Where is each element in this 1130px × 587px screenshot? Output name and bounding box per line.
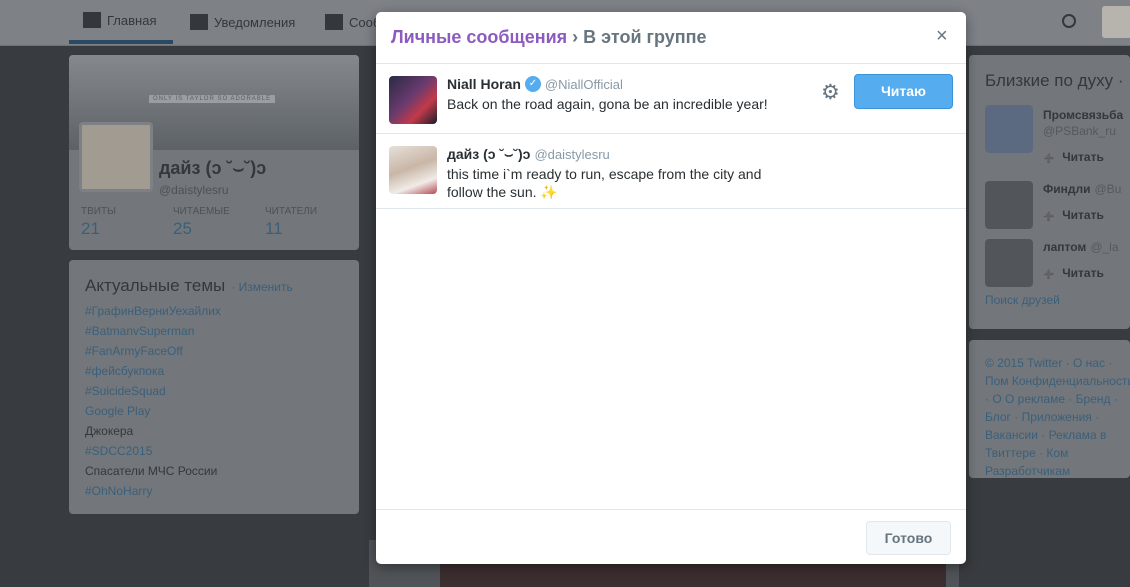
dialog-footer: Готово [376, 509, 966, 564]
following-button[interactable]: Читаю [854, 74, 953, 109]
trends-change-link[interactable]: · Изменить [231, 280, 292, 294]
rec-name-text: лаптом [1043, 240, 1087, 254]
trend-item[interactable]: #SuicideSquad [85, 384, 166, 398]
footer-links[interactable]: © 2015 Twitter · О нас · Пом Конфиденциа… [985, 354, 1130, 478]
rec-user-name[interactable]: Промсвязьба [1043, 108, 1123, 122]
stat-label: ТВИТЫ [81, 206, 116, 217]
banner-text: ONLY IS TAYLOR SO ADORABLE [149, 95, 276, 103]
gear-icon[interactable]: ⚙ [821, 80, 840, 105]
rec-name-text: Промсвязьба [1043, 108, 1124, 122]
group-member-row: Niall Horan ✓ @NiallOfficial Back on the… [376, 64, 966, 134]
member-handle: @NiallOfficial [544, 76, 623, 92]
profile-name[interactable]: дайз (ɔ ˘⌣˘)ɔ [159, 158, 266, 179]
trend-item[interactable]: Google Play [85, 404, 150, 418]
profile-avatar[interactable] [79, 122, 153, 192]
close-icon[interactable]: × [936, 25, 948, 48]
envelope-icon [325, 14, 343, 30]
rec-user-name[interactable]: Финдли @Bu [1043, 182, 1121, 196]
member-name[interactable]: Niall Horan ✓ @NiallOfficial [447, 76, 623, 92]
rec-avatar[interactable] [985, 105, 1033, 153]
nav-messages[interactable]: Сооб [325, 0, 380, 44]
rec-user-handle: @Bu [1094, 182, 1122, 196]
trend-item[interactable]: Джокера [85, 424, 133, 438]
member-handle: @daistylesru [534, 147, 610, 162]
trend-item[interactable]: #SDCC2015 [85, 444, 152, 458]
rec-user-name[interactable]: лаптом @_la [1043, 240, 1119, 254]
rec-user-handle: @PSBank_ru [1043, 124, 1116, 138]
rec-avatar[interactable] [985, 239, 1033, 287]
verified-badge-icon: ✓ [524, 76, 541, 92]
home-icon [83, 12, 101, 28]
stat-followers[interactable]: ЧИТАТЕЛИ 11 [265, 206, 317, 239]
rec-user-handle: @_la [1090, 240, 1119, 254]
trend-item[interactable]: #OhNoHarry [85, 484, 152, 498]
trend-item[interactable]: Спасатели МЧС России [85, 464, 217, 478]
done-button[interactable]: Готово [866, 521, 951, 555]
account-avatar[interactable] [1102, 6, 1130, 38]
stat-label: ЧИТАЕМЫЕ [173, 206, 230, 217]
trends-title-text: Актуальные темы [85, 276, 226, 295]
nav-home-label: Главная [107, 12, 157, 28]
rec-name-text: Финдли [1043, 182, 1091, 196]
rec-avatar[interactable] [985, 181, 1033, 229]
rec-follow-button[interactable]: Читать [1043, 150, 1104, 164]
member-avatar[interactable] [389, 76, 437, 124]
trend-item[interactable]: #ГрафинВерниУехайлих [85, 304, 221, 318]
who-to-follow-card: Близкие по духу · Промсвязьба @PSBank_ru… [969, 55, 1130, 329]
trend-item[interactable]: #FanArmyFaceOff [85, 344, 183, 358]
profile-handle[interactable]: @daistylesru [159, 183, 229, 197]
stat-following[interactable]: ЧИТАЕМЫЕ 25 [173, 206, 230, 239]
member-bio: Back on the road again, gona be an incre… [447, 96, 768, 112]
find-friends-link[interactable]: Поиск друзей [985, 293, 1060, 307]
nav-home[interactable]: Главная [69, 0, 173, 44]
who-to-follow-title: Близкие по духу · [985, 71, 1124, 90]
member-name-text: Niall Horan [447, 76, 521, 92]
rec-follow-button[interactable]: Читать [1043, 208, 1104, 222]
timeline-media [440, 560, 946, 587]
stat-label: ЧИТАТЕЛИ [265, 206, 318, 217]
member-avatar[interactable] [389, 146, 437, 194]
member-bio: this time i`m ready to run, escape from … [447, 166, 762, 200]
group-member-row: дайз (ɔ ˘⌣˘)ɔ @daistylesru this time i`m… [376, 134, 966, 209]
rec-follow-button[interactable]: Читать [1043, 266, 1104, 280]
trends-title: Актуальные темы · Изменить [85, 276, 293, 296]
nav-notifications[interactable]: Уведомления [190, 0, 295, 44]
bell-icon [190, 14, 208, 30]
messages-breadcrumb-link[interactable]: Личные сообщения [391, 27, 567, 47]
trend-item[interactable]: #BatmanvSuperman [85, 324, 194, 338]
stat-value: 11 [265, 219, 283, 238]
stat-value: 25 [173, 219, 192, 238]
stat-tweets[interactable]: ТВИТЫ 21 [81, 206, 116, 239]
footer-card: © 2015 Twitter · О нас · Пом Конфиденциа… [969, 340, 1130, 478]
nav-notifications-label: Уведомления [214, 14, 296, 30]
group-members-dialog: Личные сообщения › В этой группе × Niall… [376, 12, 966, 564]
trends-card: Актуальные темы · Изменить #ГрафинВерниУе… [69, 260, 359, 514]
search-icon[interactable] [1062, 14, 1076, 28]
dialog-title: Личные сообщения › В этой группе [391, 27, 707, 48]
dialog-title-current: › В этой группе [567, 27, 707, 47]
profile-card: ONLY IS TAYLOR SO ADORABLE дайз (ɔ ˘⌣˘)ɔ… [69, 55, 359, 250]
member-name-text: дайз (ɔ ˘⌣˘)ɔ [447, 146, 531, 162]
member-name[interactable]: дайз (ɔ ˘⌣˘)ɔ @daistylesru [447, 146, 610, 163]
stat-value: 21 [81, 219, 100, 238]
dialog-header: Личные сообщения › В этой группе × [376, 12, 966, 64]
trend-item[interactable]: #фейсбукпока [85, 364, 164, 378]
